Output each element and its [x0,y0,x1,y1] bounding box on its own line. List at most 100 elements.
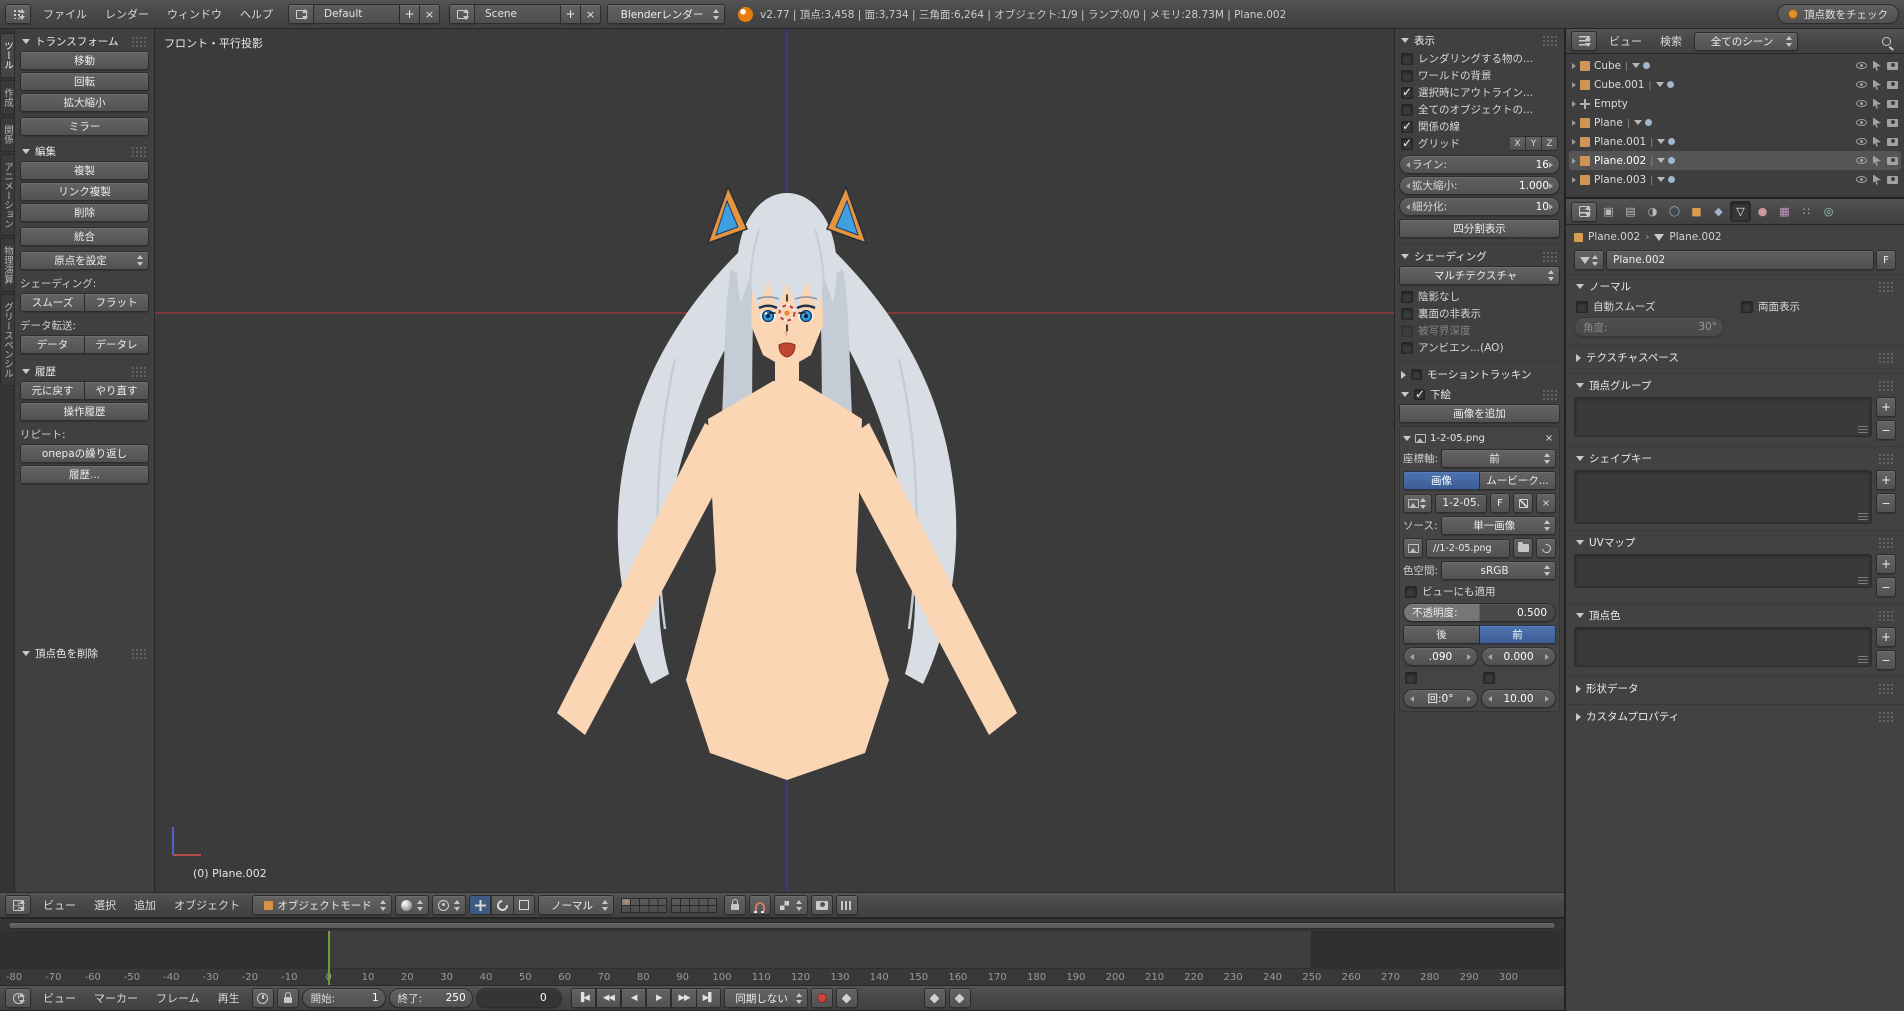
disclosure-icon[interactable] [1572,100,1576,107]
topbar-menu-item[interactable]: ファイル [34,3,96,25]
panel-header-texture-space[interactable]: テクスチャスペース [1574,348,1896,367]
outliner-item[interactable]: Cube [1569,56,1901,75]
mirror-button[interactable]: ミラー [20,117,149,136]
shade-flat-button[interactable]: フラット [85,293,149,312]
outliner-menu-item[interactable]: 検索 [1651,30,1691,52]
remove-uv-map-button[interactable] [1876,577,1896,597]
selectability-icon[interactable] [1873,98,1881,109]
timeline-editor-type-button[interactable] [5,988,31,1008]
disclosure-icon[interactable] [1572,119,1576,126]
edit-tool-button[interactable]: リンク複製 [20,182,149,201]
character-figure[interactable] [557,184,1017,780]
remove-image-button[interactable] [1542,432,1556,444]
visibility-icon[interactable] [1856,157,1867,164]
smooth-angle-field[interactable]: 角度: 30° [1574,317,1724,337]
data-layout-transfer-button[interactable]: データレ [85,335,149,354]
tab-render[interactable] [1598,201,1619,222]
checkbox[interactable] [1414,387,1425,401]
shading-option[interactable]: 裏面の非表示 [1399,305,1560,322]
transform-tool-button[interactable]: 回転 [20,72,149,91]
panel-header-history[interactable]: 履歴 [20,362,149,381]
shading-mode-dropdown[interactable]: マルチテクスチャ [1399,266,1560,285]
timeline-scrollbar[interactable] [8,921,1556,929]
panel-header-uv-maps[interactable]: UVマップ [1574,533,1896,552]
topbar-menu-item[interactable]: ヘルプ [231,3,282,25]
visibility-icon[interactable] [1856,119,1867,126]
edit-tool-button[interactable]: 削除 [20,203,149,222]
timeline-track-area[interactable]: -80-70-60-50-40-30-20-100102030405060708… [0,931,1564,985]
draw-back-button[interactable]: 後 [1403,625,1480,644]
manipulator-rotate-button[interactable] [491,895,514,915]
checkbox[interactable] [1411,369,1422,380]
topbar-menu-item[interactable]: レンダー [96,3,158,25]
snap-toggle-button[interactable] [749,895,771,915]
lock-time-cursor-button[interactable] [276,988,299,1008]
panel-header-vertex-colors[interactable]: 頂点色 [1574,606,1896,625]
display-option[interactable]: 選択時にアウトライン... [1399,84,1560,101]
tool-shelf-tab[interactable]: 作成 [0,79,14,115]
manipulator-scale-button[interactable] [513,895,535,915]
grid-axis-button[interactable]: X [1510,136,1526,151]
display-number-field[interactable]: 細分化: 10 [1399,197,1560,216]
show-in-view-option[interactable]: ビューにも適用 [1403,583,1556,600]
previous-keyframe-button[interactable] [595,988,622,1008]
browse-scene-button[interactable] [449,4,475,24]
vertex-groups-list[interactable] [1574,397,1872,437]
timeline-menu-item[interactable]: 再生 [209,987,249,1009]
shading-option[interactable]: 陰影なし [1399,288,1560,305]
sync-mode-dropdown[interactable]: 同期しない [723,988,808,1008]
transform-tool-button[interactable]: 拡大縮小 [20,93,149,112]
add-screen-button[interactable] [400,4,420,24]
keying-set-button[interactable] [835,988,858,1008]
tab-render-layers[interactable] [1620,201,1641,222]
panel-header-transform[interactable]: トランスフォーム [20,32,149,51]
insert-keyframe-button[interactable] [923,988,946,1008]
draw-front-button[interactable]: 前 [1480,625,1556,644]
panel-header-vertex-groups[interactable]: 頂点グループ [1574,376,1896,395]
3d-editor-type-button[interactable] [5,895,31,915]
unlink-image-button[interactable] [1536,493,1556,513]
shading-option[interactable]: 被写界深度 [1399,322,1560,339]
mesh-name-field[interactable]: Plane.002 [1606,250,1874,270]
repeat-last-button[interactable]: операの繰り返し [20,444,149,463]
panel-header-shape-keys[interactable]: シェイプキー [1574,449,1896,468]
layer-group-1[interactable] [621,897,667,913]
play-button[interactable] [646,988,672,1008]
rotation-field[interactable]: 回:0° [1403,689,1478,708]
vertex-count-check-button[interactable]: 頂点数をチェック [1777,4,1899,24]
outliner-menu-item[interactable]: ビュー [1600,30,1651,52]
shade-smooth-button[interactable]: スムーズ [20,293,85,312]
image-source-tab[interactable]: 画像 [1403,471,1480,490]
pivot-center-dropdown[interactable] [432,895,466,915]
remove-shape-key-button[interactable] [1876,493,1896,513]
pack-image-button[interactable] [1513,493,1533,513]
shape-keys-list[interactable] [1574,470,1872,524]
renderability-icon[interactable] [1887,118,1898,127]
viewport-menu-item[interactable]: 選択 [85,894,125,916]
offset-x-field[interactable]: .090 [1403,647,1478,666]
layer-group-2[interactable] [671,897,717,913]
delete-screen-button[interactable] [420,4,440,24]
tool-shelf-tab[interactable]: 関係 [0,116,14,152]
display-option[interactable]: レンダリングする物の... [1399,50,1560,67]
current-frame-field[interactable]: 0 [475,988,562,1008]
current-frame-line[interactable] [328,931,330,985]
grid-axis-button[interactable]: Y [1526,136,1542,151]
topbar-menu-item[interactable]: ウィンドウ [158,3,231,25]
outliner-item[interactable]: Plane.002 [1569,151,1901,170]
opengl-render-anim-button[interactable] [836,895,858,915]
display-number-field[interactable]: ライン: 16 [1399,155,1560,174]
auto-keyframe-button[interactable] [810,988,833,1008]
3d-viewport[interactable]: フロント・平行投影 (0) Plane.002 [155,29,1394,892]
mode-dropdown[interactable]: オブジェクトモード [252,895,392,915]
remove-vertex-group-button[interactable] [1876,420,1896,440]
vertex-colors-list[interactable] [1574,627,1872,667]
source-dropdown[interactable]: 単一画像 [1440,516,1556,535]
selectability-icon[interactable] [1873,136,1881,147]
outliner-display-mode-dropdown[interactable]: 全てのシーン [1694,31,1798,51]
disclosure-icon[interactable] [1572,62,1576,69]
panel-header-background-images[interactable]: 下絵 [1399,385,1560,404]
outliner-item[interactable]: Plane.003 [1569,170,1901,189]
selectability-icon[interactable] [1873,174,1881,185]
add-scene-button[interactable] [561,4,581,24]
